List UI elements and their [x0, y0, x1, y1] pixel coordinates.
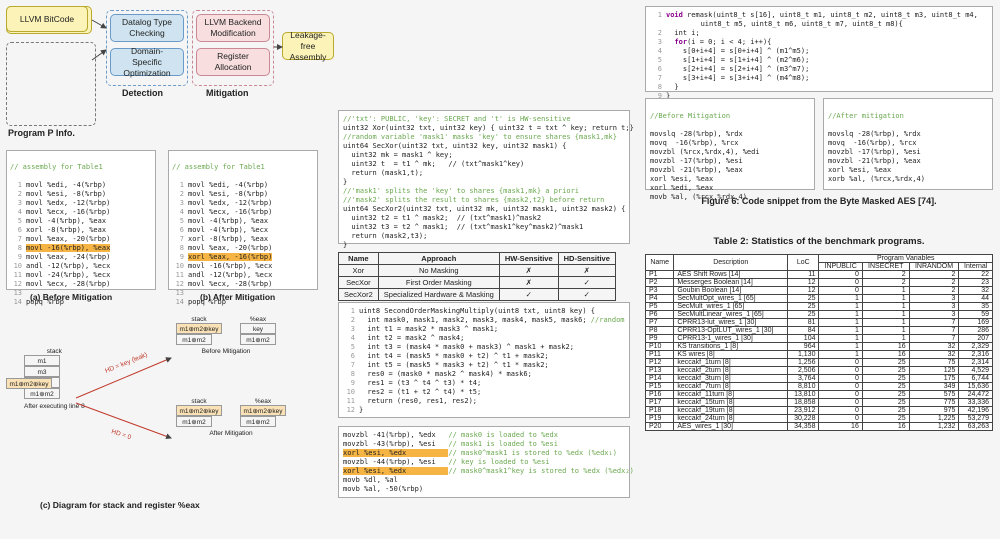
- detection-label: Detection: [122, 88, 163, 98]
- stack-cell: m1: [24, 355, 60, 366]
- asm-before-panel: // assembly for Table1 1movl %edi, -4(%r…: [6, 150, 156, 290]
- svg-text:HD = key (leak): HD = key (leak): [104, 352, 148, 375]
- box-llvm-bitcode: LLVM BitCode: [6, 6, 88, 32]
- flowchart: User-specified Input Annotation Variable…: [6, 6, 328, 142]
- stack-cell: m3: [24, 366, 60, 377]
- stack-cell: m1⊕m2: [240, 416, 276, 427]
- box-domain-opt: Domain-Specific Optimization: [110, 48, 184, 76]
- box-datalog: Datalog Type Checking: [110, 14, 184, 42]
- stack-cell: m1⊕m2: [176, 334, 212, 345]
- stack-cell-highlight: m1⊕m2⊕key: [240, 405, 286, 416]
- flow-arrows: [92, 20, 110, 80]
- secxor-panel: //'txt': PUBLIC, 'key': SECRET and 't' i…: [338, 110, 630, 244]
- before-mit-title: //Before Mitigation: [650, 112, 810, 121]
- stack-cell-highlight: m1⊕m2⊕key: [176, 323, 222, 334]
- svg-text:HD = 0: HD = 0: [110, 428, 132, 441]
- eax-label: %eax: [240, 316, 276, 323]
- box-llvm-backend: LLVM Backend Modification: [196, 14, 270, 42]
- box-regalloc: Register Allocation: [196, 48, 270, 76]
- mask-block-panel: movzbl -41(%rbp), %edx // mask0 is loade…: [338, 426, 630, 498]
- stack-cell: key: [240, 323, 276, 334]
- benchmark-table: NameDescriptionLoCProgram VariablesINPUB…: [645, 254, 993, 431]
- stack-label: stack: [176, 398, 222, 405]
- mitigation-label: Mitigation: [206, 88, 249, 98]
- program-info-frame: [6, 42, 96, 126]
- stack-diagram: stack m1 m3 key m1⊕m2 After executing li…: [6, 308, 324, 498]
- stack-before-mit: stack m1⊕m2⊕key m1⊕m2 %eax key m1⊕m2 Bef…: [176, 316, 276, 355]
- table2-caption: Table 2: Statistics of the benchmark pro…: [645, 236, 993, 247]
- after-mit-caption: After Mitigation: [176, 430, 286, 437]
- box-output: Leakage-free Assembly: [282, 32, 334, 60]
- eax-label: %eax: [240, 398, 286, 405]
- asm-before-title: // assembly for Table1: [10, 163, 152, 172]
- stack-after-mit: stack m1⊕m2⊕key m1⊕m2 %eax m1⊕m2⊕key m1⊕…: [176, 398, 286, 437]
- remask-panel: 1void remask(uint8_t s[16], uint8_t m1, …: [645, 6, 993, 92]
- asm-after-panel: // assembly for Table1 1movl %edi, -4(%r…: [168, 150, 318, 290]
- after-mit-title: //After mitigation: [828, 112, 988, 121]
- fig6-caption: Figure 6: Code snippet from the Byte Mas…: [645, 196, 993, 206]
- caption-b: (b) After Mitigation: [200, 292, 275, 302]
- stack-arrows: HD = key (leak) HD = 0: [76, 358, 176, 458]
- after-mit-asm: //After mitigation movslq -28(%rbp), %rd…: [823, 98, 993, 190]
- stack-cell-highlight: m1⊕m2⊕key: [176, 405, 222, 416]
- before-mit-asm: //Before Mitigation movslq -28(%rbp), %r…: [645, 98, 815, 190]
- caption-a: (a) Before Mitigation: [30, 292, 112, 302]
- stack-left-highlight: m1⊕m2⊕key: [6, 378, 52, 389]
- secondorder-panel: 1uint8 SecondOrderMaskingMultiply(uint8 …: [338, 302, 630, 418]
- caption-c: (c) Diagram for stack and register %eax: [40, 500, 200, 510]
- asm-after-title: // assembly for Table1: [172, 163, 314, 172]
- before-mit-caption: Before Mitigation: [176, 348, 276, 355]
- stack-cell-highlight: m1⊕m2⊕key: [6, 378, 52, 389]
- flow-arrow-out: [274, 46, 284, 48]
- stack-label: stack: [24, 348, 85, 355]
- approach-table: NameApproachHW-SensitiveHD-SensitiveXorN…: [338, 252, 616, 301]
- stack-cell: m1⊕m2: [176, 416, 212, 427]
- stack-cell: m1⊕m2: [240, 334, 276, 345]
- stack-label: stack: [176, 316, 222, 323]
- program-info-label: Program P Info.: [8, 128, 75, 138]
